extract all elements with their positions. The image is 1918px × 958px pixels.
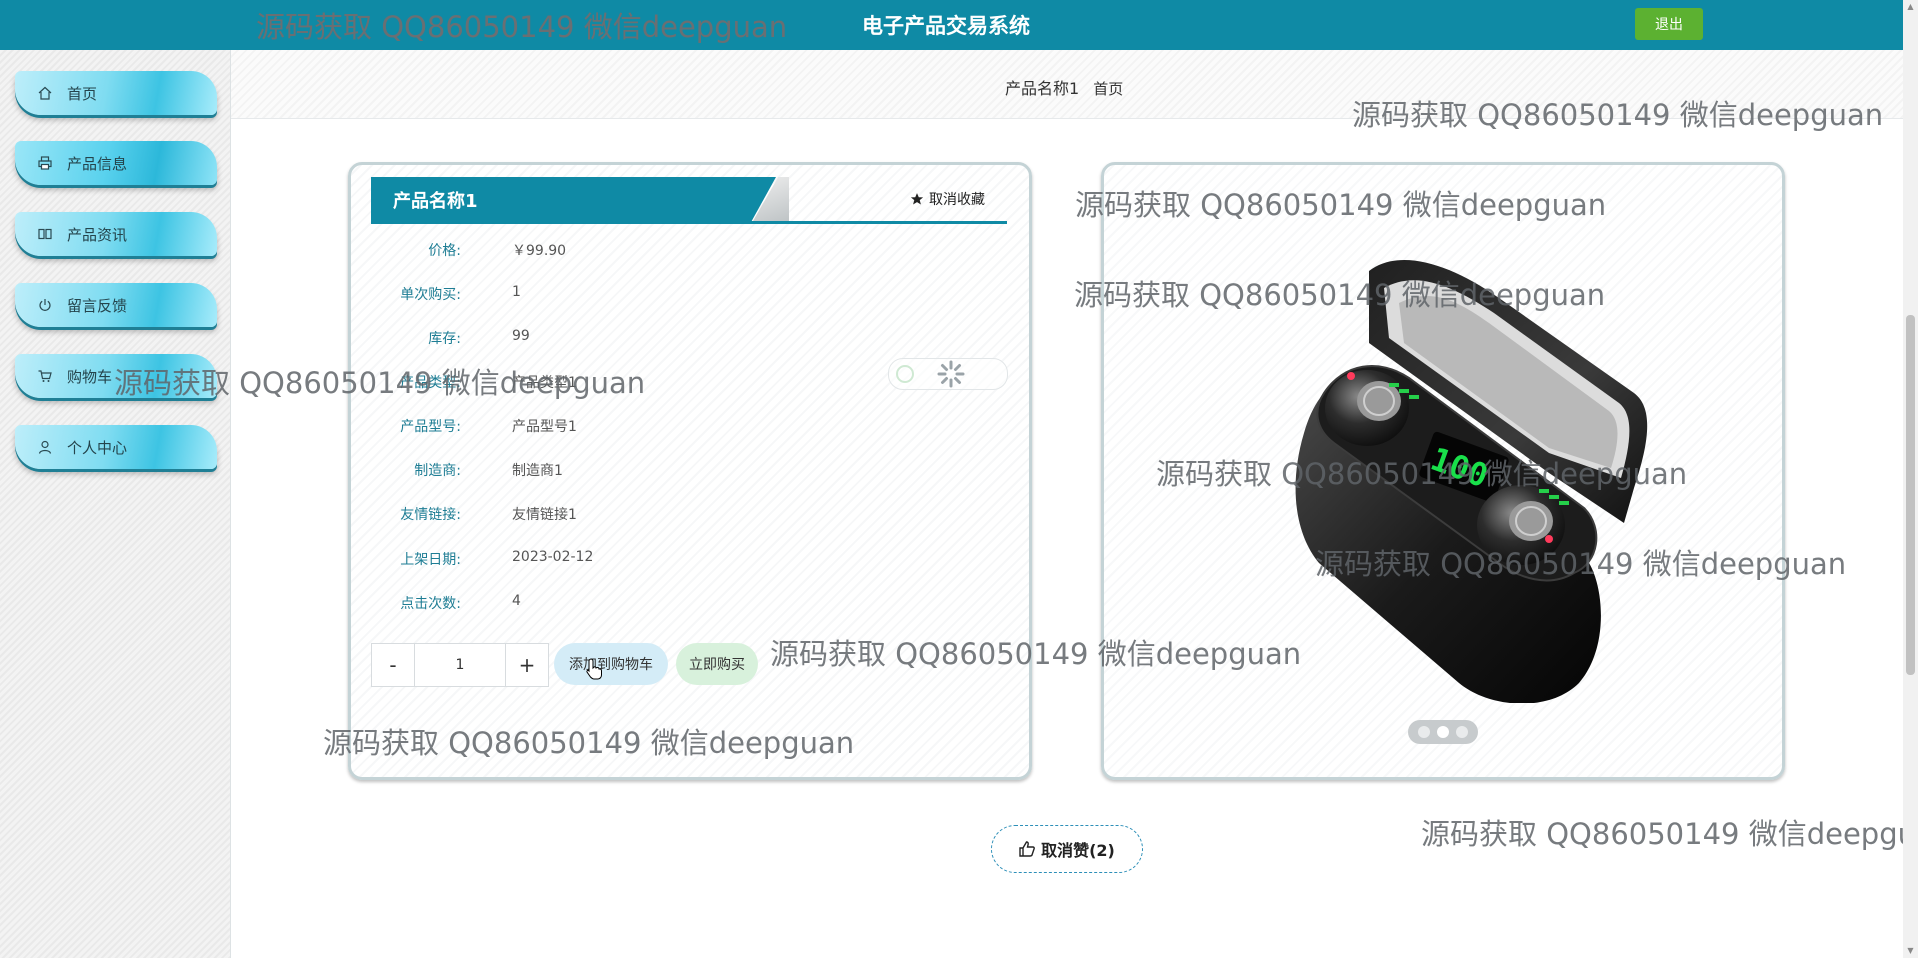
loading-indicator [888,358,1008,390]
logout-button[interactable]: 退出 [1635,8,1703,40]
mouse-cursor-icon [586,658,602,680]
star-icon [910,193,924,205]
system-title: 电子产品交易系统 [862,14,1030,38]
field-manufacturer: 制造商: 制造商1 [351,460,991,482]
field-label: 单次购买: [400,287,461,303]
field-per-purchase: 单次购买: 1 [351,284,991,306]
field-label: 产品型号: [400,419,461,435]
main-content: 产品名称1 首页 产品名称1 取消收藏 价格: ￥99.90 单次购买: 1 库存… [231,50,1903,958]
field-click-count: 点击次数: 4 [351,593,991,615]
sidebar-item-product-news[interactable]: 产品资讯 [15,212,217,256]
product-image: 100 [1295,259,1648,703]
sidebar-item-label: 个人中心 [67,438,128,457]
print-icon [37,155,53,171]
home-icon [37,85,53,101]
unlike-label: 取消赞(2) [1041,841,1115,860]
breadcrumb-home-link[interactable]: 首页 [1093,80,1123,98]
buy-now-button[interactable]: 立即购买 [676,643,758,685]
sidebar-item-cart[interactable]: 购物车 [15,354,217,398]
field-value: 1 [512,284,521,300]
field-label: 友情链接: [400,507,461,523]
sidebar-item-feedback[interactable]: 留言反馈 [15,283,217,327]
field-label: 价格: [428,243,461,259]
field-value: 产品类型1 [512,375,577,391]
field-value: 友情链接1 [512,507,577,523]
field-label: 库存: [428,331,461,347]
quantity-decrease-button[interactable]: - [372,644,414,686]
quantity-input[interactable]: 1 [414,644,506,686]
power-icon [37,297,53,313]
unlike-button[interactable]: 取消赞(2) [991,825,1143,873]
field-value: 制造商1 [512,463,563,479]
field-value: ￥99.90 [512,243,567,259]
breadcrumb: 产品名称1 首页 [231,50,1903,119]
carousel-indicators [1408,720,1478,744]
field-model: 产品型号: 产品型号1 [351,416,991,438]
sidebar-item-profile[interactable]: 个人中心 [15,425,217,469]
field-label: 产品类型: [400,375,461,391]
add-to-cart-button[interactable]: 添加到购物车 [554,643,668,685]
field-price: 价格: ￥99.90 [351,240,991,262]
field-value: 99 [512,328,530,344]
sidebar-item-label: 产品资讯 [67,225,128,244]
field-link: 友情链接: 友情链接1 [351,504,991,526]
field-stock: 库存: 99 [351,328,991,350]
thumbs-up-icon [1019,841,1036,857]
quantity-increase-button[interactable]: + [506,644,548,686]
scroll-up-arrow-icon[interactable]: ▲ [1906,2,1915,12]
unfavorite-button[interactable]: 取消收藏 [910,189,985,209]
watermark-text: 源码获取 QQ86050149 微信deepguan [256,10,788,44]
quantity-stepper: - 1 + [371,643,549,687]
product-info-card: 产品名称1 取消收藏 价格: ￥99.90 单次购买: 1 库存: 99 产品类… [348,162,1032,780]
scroll-down-arrow-icon[interactable]: ▼ [1906,946,1915,956]
field-label: 点击次数: [400,596,461,612]
sidebar-item-home[interactable]: 首页 [15,71,217,115]
product-title: 产品名称1 [393,191,478,212]
user-icon [37,439,53,455]
sidebar-item-product-info[interactable]: 产品信息 [15,141,217,185]
field-value: 4 [512,593,521,609]
field-value: 2023-02-12 [512,549,594,565]
carousel-dot-active[interactable] [1437,726,1449,738]
scrollbar-thumb[interactable] [1906,315,1915,675]
product-header: 产品名称1 取消收藏 [371,177,1007,224]
book-icon [37,226,53,242]
field-label: 制造商: [414,463,461,479]
breadcrumb-current: 产品名称1 [1005,79,1080,98]
product-image-card: 100 [1101,162,1785,780]
cart-icon [37,368,53,384]
spinner-icon [896,360,965,388]
sidebar-item-label: 留言反馈 [67,296,128,315]
sidebar-item-label: 首页 [67,84,98,103]
field-value: 产品型号1 [512,419,577,435]
top-header: 源码获取 QQ86050149 微信deepguan 电子产品交易系统 退出 [0,0,1918,50]
field-listed-date: 上架日期: 2023-02-12 [351,549,991,571]
field-label: 上架日期: [400,552,461,568]
carousel-dot[interactable] [1456,726,1468,738]
sidebar-item-label: 购物车 [67,367,113,386]
sidebar: 首页 产品信息 产品资讯 留言反馈 购物车 个人中心 [0,50,231,958]
carousel-dot[interactable] [1418,726,1430,738]
unfavorite-label: 取消收藏 [929,192,985,208]
sidebar-item-label: 产品信息 [67,154,128,173]
